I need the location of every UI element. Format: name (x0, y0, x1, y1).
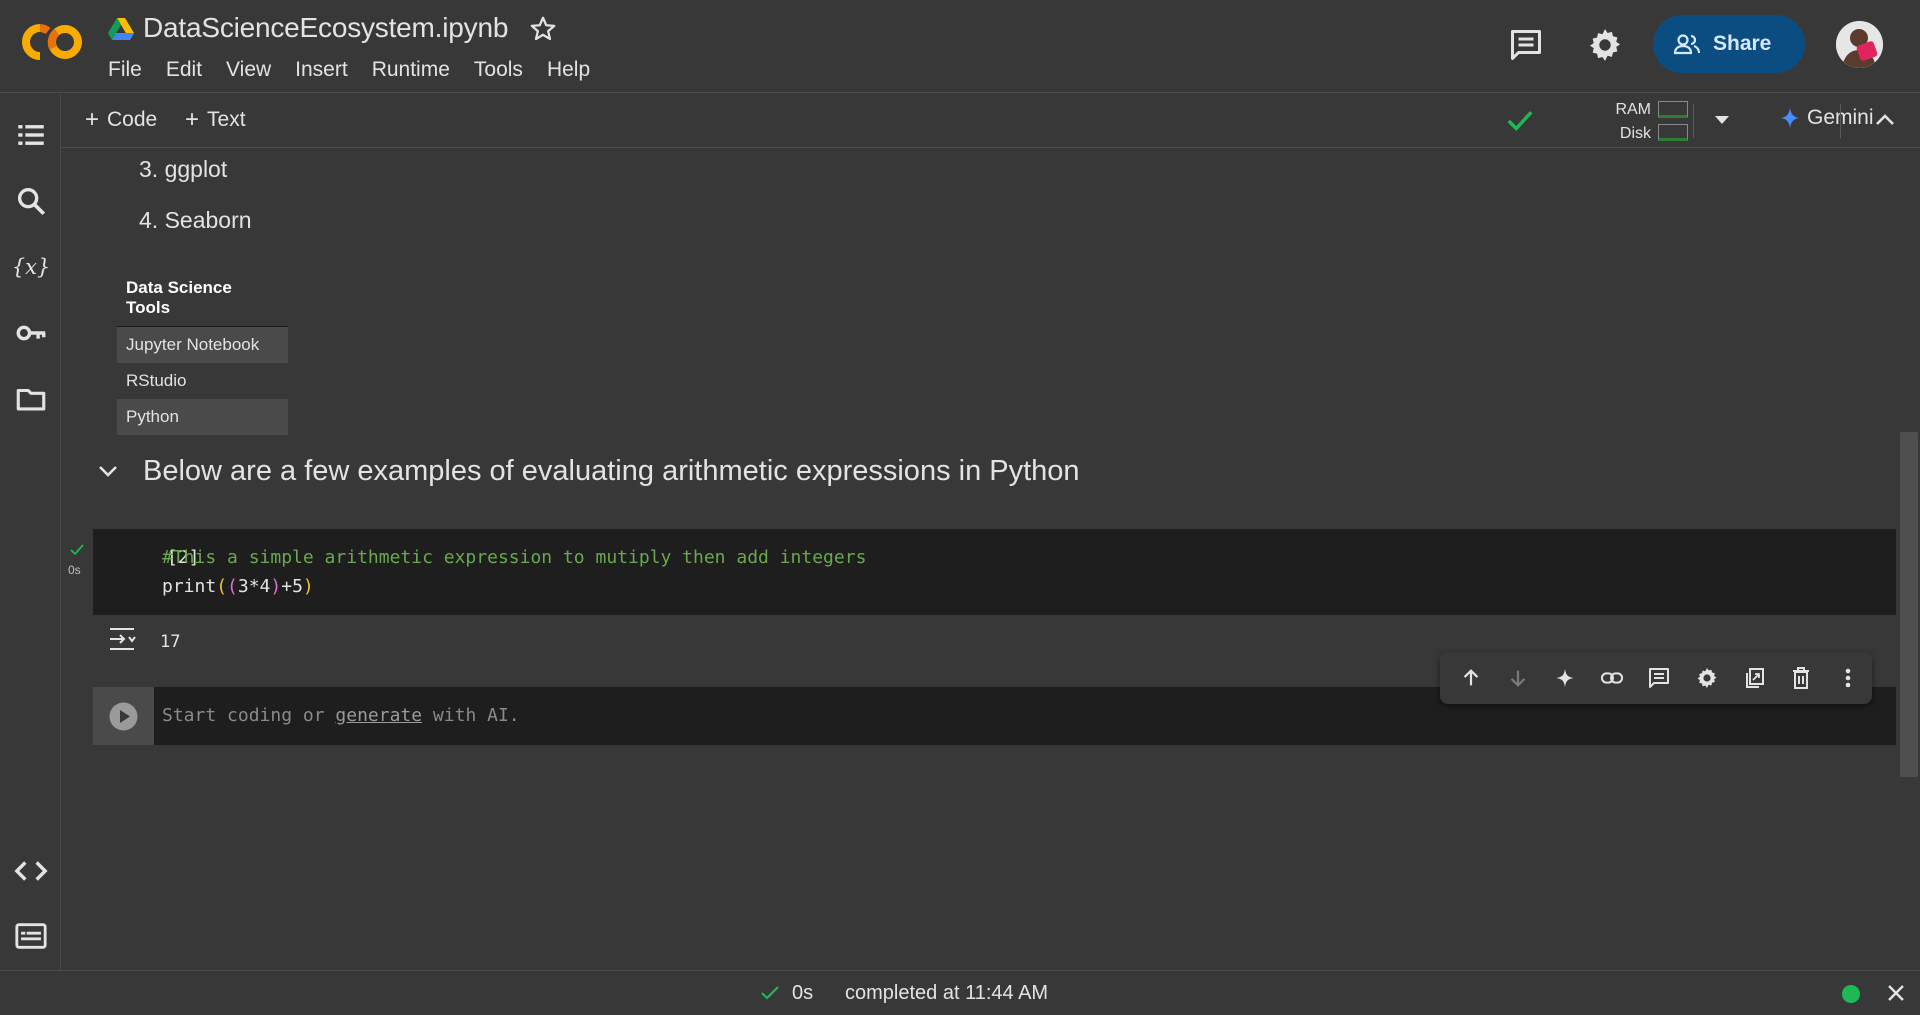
add-code-label: Code (107, 108, 158, 131)
divider (1693, 104, 1694, 138)
cell-toolbar (1440, 652, 1872, 704)
section-heading: Below are a few examples of evaluating a… (143, 455, 1080, 487)
folder-icon[interactable] (14, 382, 48, 416)
link-icon[interactable] (1589, 654, 1636, 702)
placeholder-text: with AI. (422, 705, 520, 726)
code-comment[interactable]: #This a simple arithmetic expression to … (162, 547, 866, 568)
colab-logo-icon[interactable] (22, 20, 84, 64)
disk-label: Disk (1619, 125, 1651, 142)
scrollbar[interactable] (1900, 432, 1918, 777)
add-text-button[interactable]: + Text (185, 106, 246, 134)
check-icon (761, 986, 779, 1000)
menu-file[interactable]: File (108, 58, 142, 82)
close-icon[interactable] (1886, 983, 1906, 1003)
disk-usage-bar[interactable] (1658, 124, 1688, 141)
ram-label: RAM (1615, 101, 1651, 118)
cell-execution-time: 0s (68, 563, 81, 577)
terminal-icon[interactable] (14, 919, 48, 953)
avatar[interactable] (1836, 21, 1883, 68)
table-cell: RStudio (126, 371, 187, 390)
plus-icon: + (185, 106, 200, 133)
key-icon[interactable] (14, 316, 48, 350)
code-expression-tail: +5 (281, 576, 303, 597)
status-duration: 0s (792, 982, 814, 1004)
comment-icon[interactable] (1636, 654, 1683, 702)
variables-icon[interactable]: {x} (14, 250, 48, 284)
gear-icon[interactable] (1683, 654, 1730, 702)
status-message[interactable]: completed at 11:44 AM (845, 982, 1048, 1005)
notebook-toolbar: + Code + Text RAM Disk Gemini (61, 94, 1920, 148)
menu-runtime[interactable]: Runtime (372, 58, 450, 82)
table-cell: Jupyter Notebook (117, 326, 288, 363)
code-line[interactable]: print((3*4)+5) (162, 576, 314, 597)
list-item: 3. ggplot (139, 156, 228, 182)
more-vert-icon[interactable] (1825, 654, 1872, 702)
menu-tools[interactable]: Tools (474, 58, 523, 82)
mirror-cell-icon[interactable] (1730, 654, 1777, 702)
arrow-down-icon[interactable] (1494, 654, 1541, 702)
code-snippets-icon[interactable] (14, 854, 48, 888)
notebook-content: 3. ggplot 4. Seaborn Data Science Tools … (61, 149, 1901, 970)
resource-labels[interactable]: RAM Disk (1613, 98, 1651, 146)
search-icon[interactable] (14, 184, 48, 218)
cell-placeholder[interactable]: Start coding or generate with AI. (162, 705, 520, 726)
menu-view[interactable]: View (226, 58, 271, 82)
gemini-sparkle-icon (1781, 108, 1799, 128)
table-header: Data Science Tools (117, 272, 288, 327)
plus-icon: + (85, 106, 100, 133)
gemini-button[interactable]: Gemini (1781, 106, 1874, 130)
add-text-label: Text (207, 108, 246, 131)
google-drive-icon[interactable] (108, 17, 134, 41)
list-item: 4. Seaborn (139, 207, 252, 233)
connected-check-icon[interactable] (1505, 106, 1535, 136)
code-function: print (162, 576, 217, 597)
divider (1840, 104, 1841, 138)
notebook-title[interactable]: DataScienceEcosystem.ipynb (143, 12, 508, 44)
check-icon (70, 544, 84, 556)
data-science-tools-table: Data Science Tools Jupyter Notebook RStu… (117, 272, 288, 435)
menu-bar: File Edit View Insert Runtime Tools Help (108, 58, 614, 82)
menu-insert[interactable]: Insert (295, 58, 348, 82)
menu-edit[interactable]: Edit (166, 58, 202, 82)
comment-icon[interactable] (1508, 27, 1544, 63)
gear-icon[interactable] (1586, 26, 1624, 64)
run-cell-icon[interactable] (109, 702, 138, 731)
arrow-up-icon[interactable] (1447, 654, 1494, 702)
table-of-contents-icon[interactable] (14, 118, 48, 152)
star-icon[interactable] (528, 14, 558, 44)
sparkle-icon[interactable] (1541, 654, 1588, 702)
chevron-down-icon[interactable] (96, 461, 120, 481)
status-bar: 0s completed at 11:44 AM (0, 970, 1920, 1015)
generate-link[interactable]: generate (335, 705, 422, 726)
share-label: Share (1713, 32, 1772, 55)
chevron-up-icon[interactable] (1873, 110, 1897, 130)
share-button[interactable]: Share (1653, 15, 1805, 73)
cell-output: 17 (160, 632, 181, 652)
menu-help[interactable]: Help (547, 58, 590, 82)
delete-icon[interactable] (1778, 654, 1825, 702)
connection-status-dot[interactable] (1842, 985, 1860, 1003)
ram-usage-bar[interactable] (1658, 101, 1688, 118)
svg-text:{x}: {x} (14, 255, 48, 279)
add-code-button[interactable]: + Code (85, 106, 157, 134)
caret-down-icon[interactable] (1713, 113, 1731, 127)
header: DataScienceEcosystem.ipynb File Edit Vie… (0, 0, 1920, 93)
people-icon (1673, 34, 1701, 55)
code-expression: 3*4 (237, 576, 271, 597)
placeholder-text: Start coding or (162, 705, 336, 726)
output-actions-icon[interactable] (107, 624, 139, 654)
table-cell: Python (117, 399, 288, 435)
code-cell[interactable] (93, 529, 1896, 615)
left-sidebar: {x} (0, 94, 61, 970)
